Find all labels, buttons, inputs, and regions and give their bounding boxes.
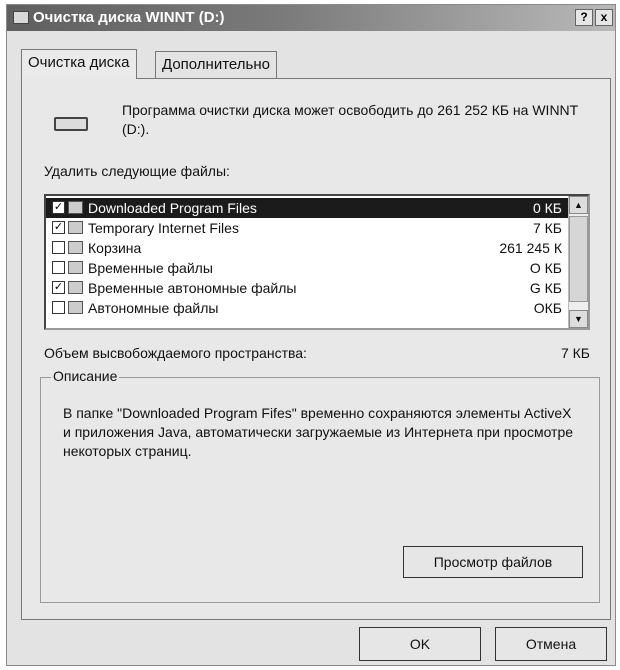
file-size: G КБ: [529, 280, 562, 296]
space-freed-label: Объем высвобождаемого пространства:: [44, 345, 307, 361]
file-name: Временные файлы: [88, 260, 213, 276]
list-item[interactable]: ✓ Downloaded Program Files 0 КБ: [46, 198, 568, 218]
close-button[interactable]: x: [595, 9, 613, 26]
file-size: ОКБ: [533, 300, 562, 316]
window-title: Очистка диска WINNT (D:): [33, 9, 225, 26]
list-item[interactable]: Временные файлы О КБ: [46, 258, 568, 278]
tab-panel: Программа очистки диска может освободить…: [21, 78, 611, 620]
file-name: Корзина: [88, 240, 142, 256]
list-scrollbar[interactable]: ▲ ▼: [568, 196, 588, 328]
scroll-thumb[interactable]: [569, 216, 588, 302]
checkbox[interactable]: ✓: [52, 281, 65, 294]
space-freed-value: 7 КБ: [560, 345, 590, 361]
ok-button[interactable]: OK: [359, 627, 481, 661]
help-button[interactable]: ?: [575, 9, 593, 26]
offline-files-icon: [68, 281, 83, 294]
checkbox[interactable]: [52, 301, 65, 314]
intro-text: Программа очистки диска может освободить…: [122, 102, 578, 137]
file-name: Автономные файлы: [88, 300, 219, 316]
title-bar[interactable]: Очистка диска WINNT (D:) ? x: [7, 5, 615, 31]
disk-cleanup-window: Очистка диска WINNT (D:) ? x Очистка дис…: [6, 4, 616, 666]
file-size: 0 КБ: [532, 200, 562, 216]
file-list[interactable]: ✓ Downloaded Program Files 0 КБ ✓ Tempor…: [44, 194, 590, 330]
folder-icon: [68, 201, 83, 214]
checkbox[interactable]: [52, 241, 65, 254]
recycle-bin-icon: [68, 241, 83, 254]
description-text: В папке "Downloaded Program Fifes" време…: [63, 405, 574, 459]
file-name: Временные автономные файлы: [88, 280, 297, 296]
tab-disk-cleanup[interactable]: Очистка диска: [21, 49, 137, 79]
file-size: 261 245 К: [499, 240, 562, 256]
checkbox[interactable]: [52, 261, 65, 274]
tab-more-options[interactable]: Дополнительно: [155, 51, 277, 79]
checkbox[interactable]: ✓: [52, 221, 65, 234]
offline-files-icon: [68, 301, 83, 314]
cancel-button[interactable]: Отмена: [495, 627, 607, 661]
checkbox[interactable]: ✓: [52, 201, 65, 214]
list-item[interactable]: Автономные файлы ОКБ: [46, 298, 568, 318]
file-name: Temporary Internet Files: [88, 220, 239, 236]
file-size: 7 КБ: [532, 220, 562, 236]
description-group: Описание В папке "Downloaded Program Fif…: [40, 368, 600, 603]
view-files-button[interactable]: Просмотр файлов: [403, 546, 583, 578]
hard-drive-icon: [54, 117, 88, 131]
file-size: О КБ: [529, 260, 562, 276]
file-icon: [68, 261, 83, 274]
scroll-down-icon[interactable]: ▼: [569, 310, 588, 328]
file-name: Downloaded Program Files: [88, 200, 257, 216]
list-item[interactable]: ✓ Temporary Internet Files 7 КБ: [46, 218, 568, 238]
scroll-up-icon[interactable]: ▲: [569, 196, 588, 214]
list-item[interactable]: ✓ Временные автономные файлы G КБ: [46, 278, 568, 298]
list-item[interactable]: Корзина 261 245 К: [46, 238, 568, 258]
files-to-delete-label: Удалить следующие файлы:: [44, 163, 230, 179]
folder-icon: [68, 221, 83, 234]
description-title: Описание: [51, 368, 120, 384]
disk-cleanup-icon: [13, 11, 29, 24]
